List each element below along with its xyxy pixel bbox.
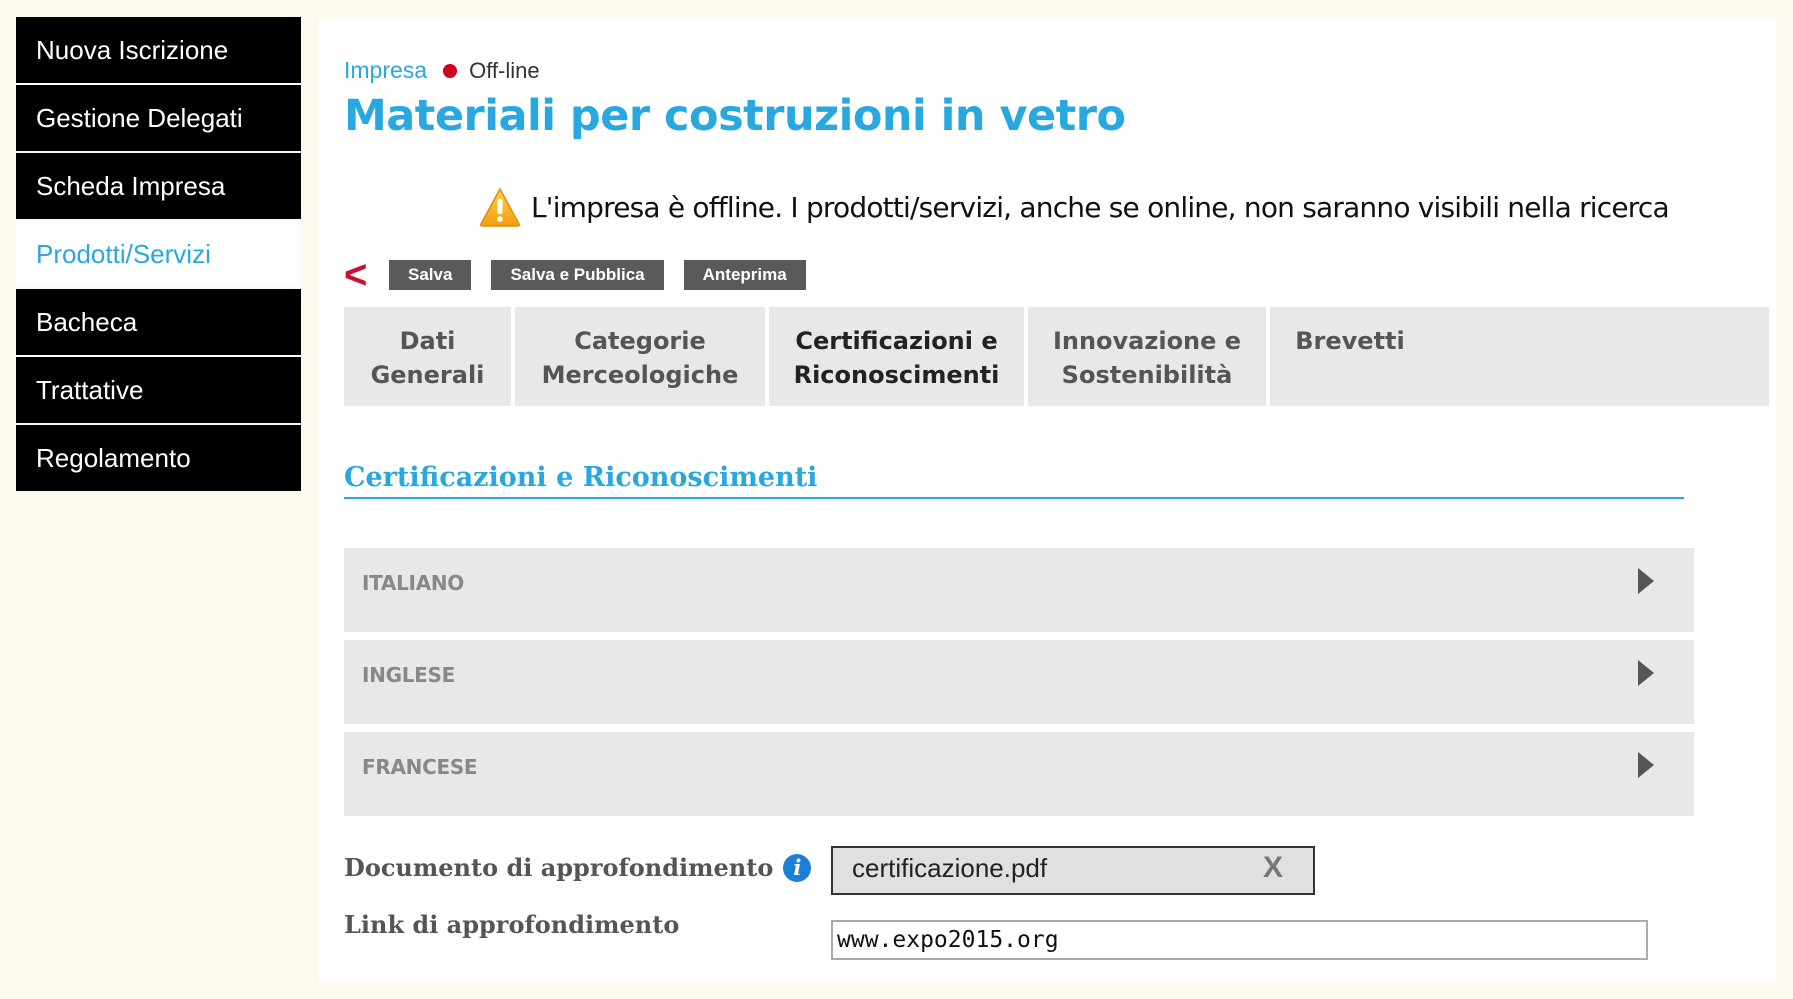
breadcrumb: Impresa Off-line: [344, 57, 540, 84]
sidebar-item-bacheca[interactable]: Bacheca: [16, 289, 301, 355]
sidebar: Nuova Iscrizione Gestione Delegati Sched…: [16, 17, 301, 493]
breadcrumb-impresa[interactable]: Impresa: [344, 57, 427, 84]
main-panel: Impresa Off-line Materiali per costruzio…: [319, 17, 1776, 983]
sidebar-item-regolamento[interactable]: Regolamento: [16, 425, 301, 491]
tab-label-line1: Brevetti: [1295, 327, 1405, 355]
language-label: FRANCESE: [362, 755, 478, 779]
status-badge: Off-line: [469, 57, 540, 83]
sidebar-item-trattative[interactable]: Trattative: [16, 357, 301, 423]
sidebar-item-prodotti-servizi[interactable]: Prodotti/Servizi: [16, 221, 301, 287]
tab-bar: Dati Generali Categorie Merceologiche Ce…: [344, 307, 1769, 406]
status-dot-icon: [443, 63, 458, 78]
document-label-text: Documento di approfondimento: [344, 853, 774, 882]
chevron-left-icon[interactable]: <: [344, 255, 389, 295]
tab-label-line2: Generali: [370, 361, 485, 389]
save-publish-button[interactable]: Salva e Pubblica: [491, 260, 664, 290]
link-label-text: Link di approfondimento: [344, 910, 680, 939]
remove-file-icon[interactable]: X: [1263, 848, 1283, 888]
document-file-box: certificazione.pdf X: [831, 846, 1315, 895]
language-label: INGLESE: [362, 663, 455, 687]
tab-label-line1: Certificazioni e: [795, 327, 998, 355]
language-panel-francese[interactable]: FRANCESE: [344, 732, 1694, 816]
tab-certificazioni-riconoscimenti[interactable]: Certificazioni e Riconoscimenti: [769, 307, 1028, 406]
tab-brevetti[interactable]: Brevetti: [1270, 307, 1430, 406]
warning-icon: [480, 187, 520, 227]
warning-text: L'impresa è offline. I prodotti/servizi,…: [531, 190, 1670, 224]
tab-label-line2: Sostenibilità: [1061, 361, 1233, 389]
tab-categorie-merceologiche[interactable]: Categorie Merceologiche: [515, 307, 769, 406]
sidebar-item-gestione-delegati[interactable]: Gestione Delegati: [16, 85, 301, 151]
link-field-label: Link di approfondimento: [344, 910, 679, 939]
document-file-name: certificazione.pdf: [852, 853, 1048, 883]
tab-label-line1: Dati: [399, 327, 456, 355]
section-title: Certificazioni e Riconoscimenti: [344, 462, 1684, 499]
offline-warning: L'impresa è offline. I prodotti/servizi,…: [479, 187, 1776, 227]
page-title: Materiali per costruzioni in vetro: [344, 91, 1126, 141]
language-panel-italiano[interactable]: ITALIANO: [344, 548, 1694, 632]
tab-dati-generali[interactable]: Dati Generali: [344, 307, 515, 406]
tab-label-line2: Riconoscimenti: [793, 361, 1000, 389]
toolbar: < Salva Salva e Pubblica Anteprima: [344, 255, 826, 295]
tab-label-line1: Innovazione e: [1052, 327, 1242, 355]
sidebar-item-scheda-impresa[interactable]: Scheda Impresa: [16, 153, 301, 219]
language-panel-inglese[interactable]: INGLESE: [344, 640, 1694, 724]
expand-arrow-icon: [1638, 752, 1654, 778]
tab-label-line1: Categorie: [574, 327, 706, 355]
info-icon[interactable]: i: [783, 853, 812, 882]
preview-button[interactable]: Anteprima: [683, 260, 806, 290]
save-button[interactable]: Salva: [389, 260, 472, 290]
expand-arrow-icon: [1638, 660, 1654, 686]
sidebar-item-nuova-iscrizione[interactable]: Nuova Iscrizione: [16, 17, 301, 83]
tab-innovazione-sostenibilita[interactable]: Innovazione e Sostenibilità: [1028, 307, 1270, 406]
language-label: ITALIANO: [362, 571, 465, 595]
expand-arrow-icon: [1638, 568, 1654, 594]
tab-label-line2: Merceologiche: [541, 361, 739, 389]
document-field-label: Documento di approfondimento i: [344, 853, 812, 882]
link-input[interactable]: [831, 920, 1648, 960]
